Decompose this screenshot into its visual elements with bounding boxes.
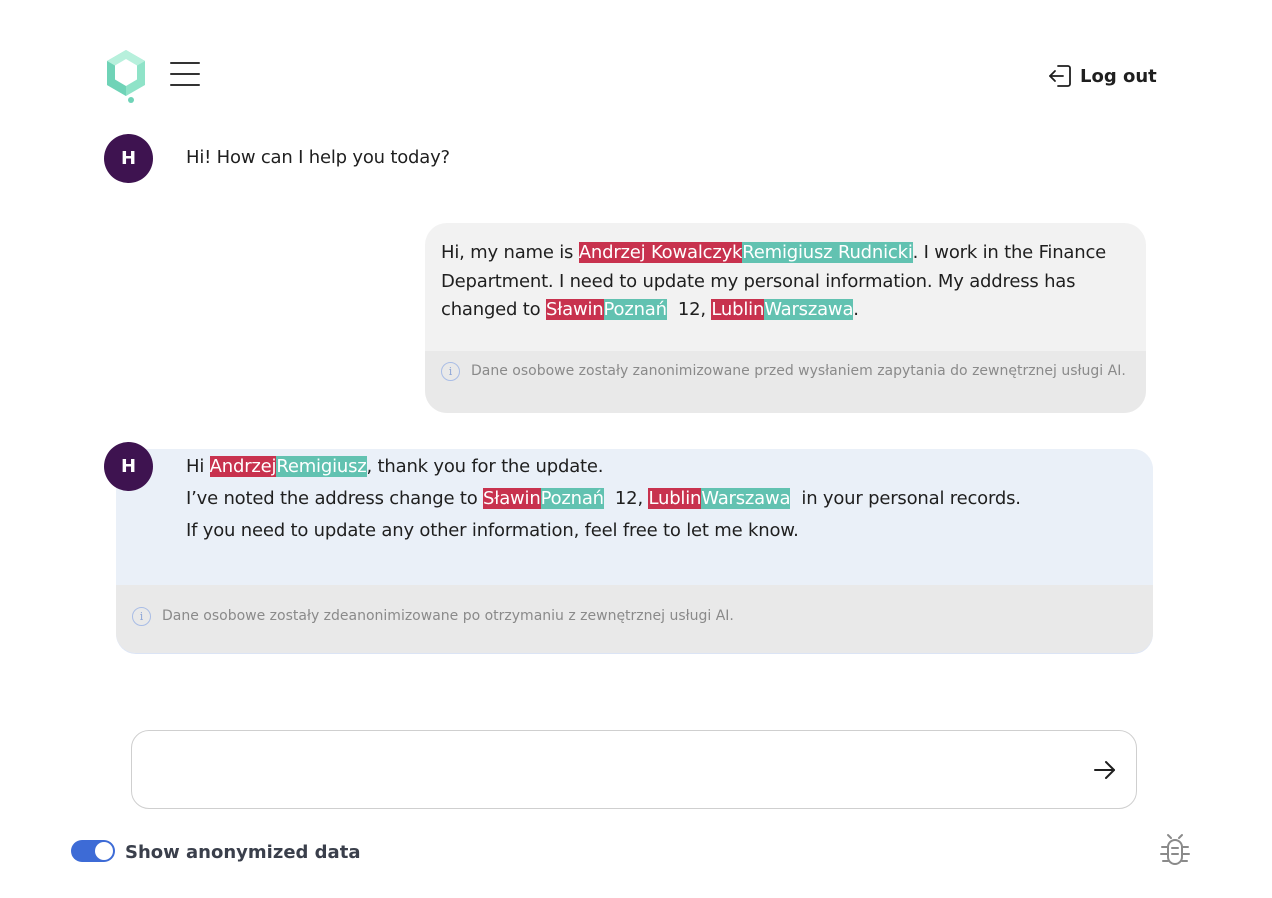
original-street-highlight: Sławin [545,299,604,320]
anonymization-info: i Dane osobowe zostały zanonimizowane pr… [425,351,1146,413]
deanonymization-info: i Dane osobowe zostały zdeanonimizowane … [116,585,1153,653]
info-circle-icon: i [132,607,151,626]
anonymized-name-highlight: Remigiusz Rudnicki [742,242,913,263]
user-message-bubble: Hi, my name is Andrzej KowalczykRemigius… [425,223,1146,413]
avatar: H [104,442,153,491]
original-name-highlight: Andrzej Kowalczyk [578,242,743,263]
assistant-greeting-text: Hi! How can I help you today? [186,147,450,168]
bug-icon[interactable] [1158,832,1192,868]
text-span: . [853,299,859,320]
anonymized-name-highlight: Remigiusz [276,456,367,477]
toggle-label: Show anonymized data [125,842,361,863]
original-name-highlight: Andrzej [209,456,277,477]
arrow-right-icon [1094,761,1115,779]
toggle-knob [95,842,113,860]
response-line-3: If you need to update any other informat… [186,520,799,541]
original-city-highlight: Lublin [711,299,765,320]
original-city-highlight: Lublin [648,488,702,509]
anonymized-street-highlight: Poznań [540,488,604,509]
logout-label: Log out [1080,65,1157,87]
deanonymization-info-text: Dane osobowe zostały zdeanonimizowane po… [162,608,734,624]
hamburger-menu-icon[interactable] [170,62,200,88]
logo-icon[interactable] [103,48,149,104]
anonymization-info-text: Dane osobowe zostały zanonimizowane prze… [471,363,1126,379]
text-span: Hi, my name is [441,242,579,263]
text-span: 12, [666,299,712,320]
response-line-1: Hi AndrzejRemigiusz, thank you for the u… [186,456,604,477]
logout-button[interactable]: Log out [1046,62,1157,90]
anonymized-data-toggle[interactable] [71,840,115,862]
anonymized-street-highlight: Poznań [603,299,667,320]
anonymized-city-highlight: Warszawa [701,488,791,509]
original-street-highlight: Sławin [483,488,541,509]
anonymized-city-highlight: Warszawa [764,299,854,320]
message-input-box[interactable] [131,730,1137,809]
avatar: H [104,134,153,183]
logout-icon [1049,65,1071,87]
assistant-message-bubble: Hi AndrzejRemigiusz, thank you for the u… [116,449,1153,653]
response-line-2: I’ve noted the address change to SławinP… [186,488,1021,509]
assistant-response-text: Hi AndrzejRemigiusz, thank you for the u… [186,451,1136,547]
message-input[interactable] [152,753,1056,787]
send-button[interactable] [1091,756,1119,784]
user-message-text: Hi, my name is Andrzej KowalczykRemigius… [441,239,1131,325]
info-circle-icon: i [441,362,460,381]
